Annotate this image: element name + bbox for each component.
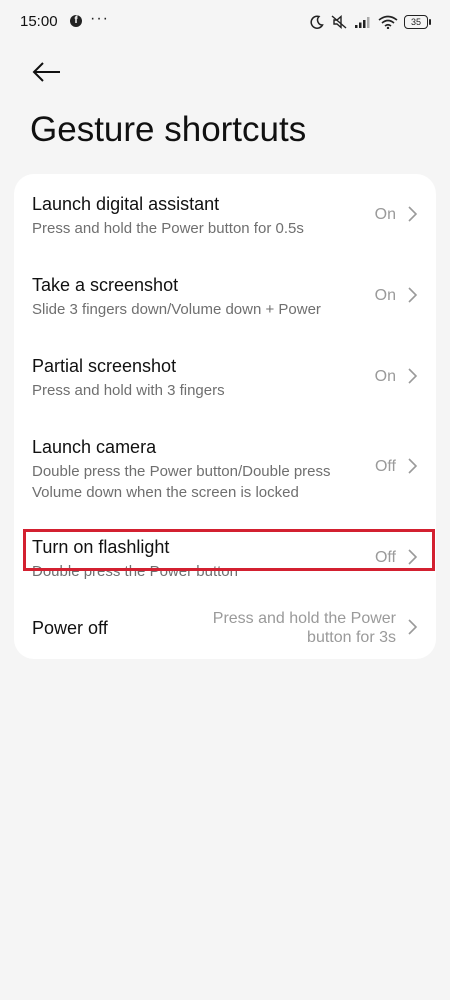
setting-subtitle: Double press the Power button (32, 563, 238, 580)
setting-value: On (374, 206, 396, 223)
setting-launch-camera[interactable]: Launch camera Double press the Power but… (14, 417, 436, 517)
setting-value: Off (374, 458, 396, 475)
battery-icon: 35 (404, 15, 431, 29)
setting-title: Launch camera (32, 437, 157, 457)
setting-title: Launch digital assistant (32, 194, 220, 214)
status-time: 15:00 (20, 13, 58, 30)
setting-value: On (374, 368, 396, 385)
arrow-left-icon (32, 62, 60, 82)
chevron-right-icon (408, 549, 418, 565)
signal-icon (355, 17, 370, 28)
setting-turn-on-flashlight[interactable]: Turn on flashlight Double press the Powe… (14, 518, 436, 590)
page-title: Gesture shortcuts (30, 110, 307, 149)
facebook-icon: f (70, 15, 82, 27)
more-notifications-icon: ··· (90, 10, 109, 27)
moon-icon (310, 15, 324, 29)
chevron-right-icon (408, 368, 418, 384)
chevron-right-icon (408, 458, 418, 474)
setting-subtitle: Press and hold with 3 fingers (32, 382, 225, 399)
setting-value: Press and hold the Power button for 3s (212, 610, 396, 646)
chevron-right-icon (408, 619, 418, 635)
setting-partial-screenshot[interactable]: Partial screenshot Press and hold with 3… (14, 336, 436, 416)
setting-title: Take a screenshot (32, 275, 179, 295)
setting-power-off[interactable]: Power off Press and hold the Power butto… (14, 594, 436, 658)
status-icons: 35 (310, 12, 431, 32)
setting-value: On (374, 287, 396, 304)
chevron-right-icon (408, 206, 418, 222)
setting-value: Off (374, 549, 396, 566)
setting-subtitle: Double press the Power button/Double pre… (32, 463, 331, 501)
settings-card: Launch digital assistant Press and hold … (14, 174, 436, 659)
setting-title: Turn on flashlight (32, 537, 170, 557)
setting-subtitle: Slide 3 fingers down/Volume down + Power (32, 301, 321, 318)
setting-title: Partial screenshot (32, 356, 177, 376)
chevron-right-icon (408, 287, 418, 303)
back-button[interactable] (30, 58, 64, 86)
setting-launch-digital-assistant[interactable]: Launch digital assistant Press and hold … (14, 174, 436, 254)
mute-icon (331, 14, 347, 30)
status-bar: 15:00 f ··· 35 (0, 0, 450, 44)
wifi-icon (378, 15, 398, 29)
setting-take-a-screenshot[interactable]: Take a screenshot Slide 3 fingers down/V… (14, 255, 436, 335)
setting-subtitle: Press and hold the Power button for 0.5s (32, 220, 304, 237)
setting-title: Power off (32, 618, 108, 638)
